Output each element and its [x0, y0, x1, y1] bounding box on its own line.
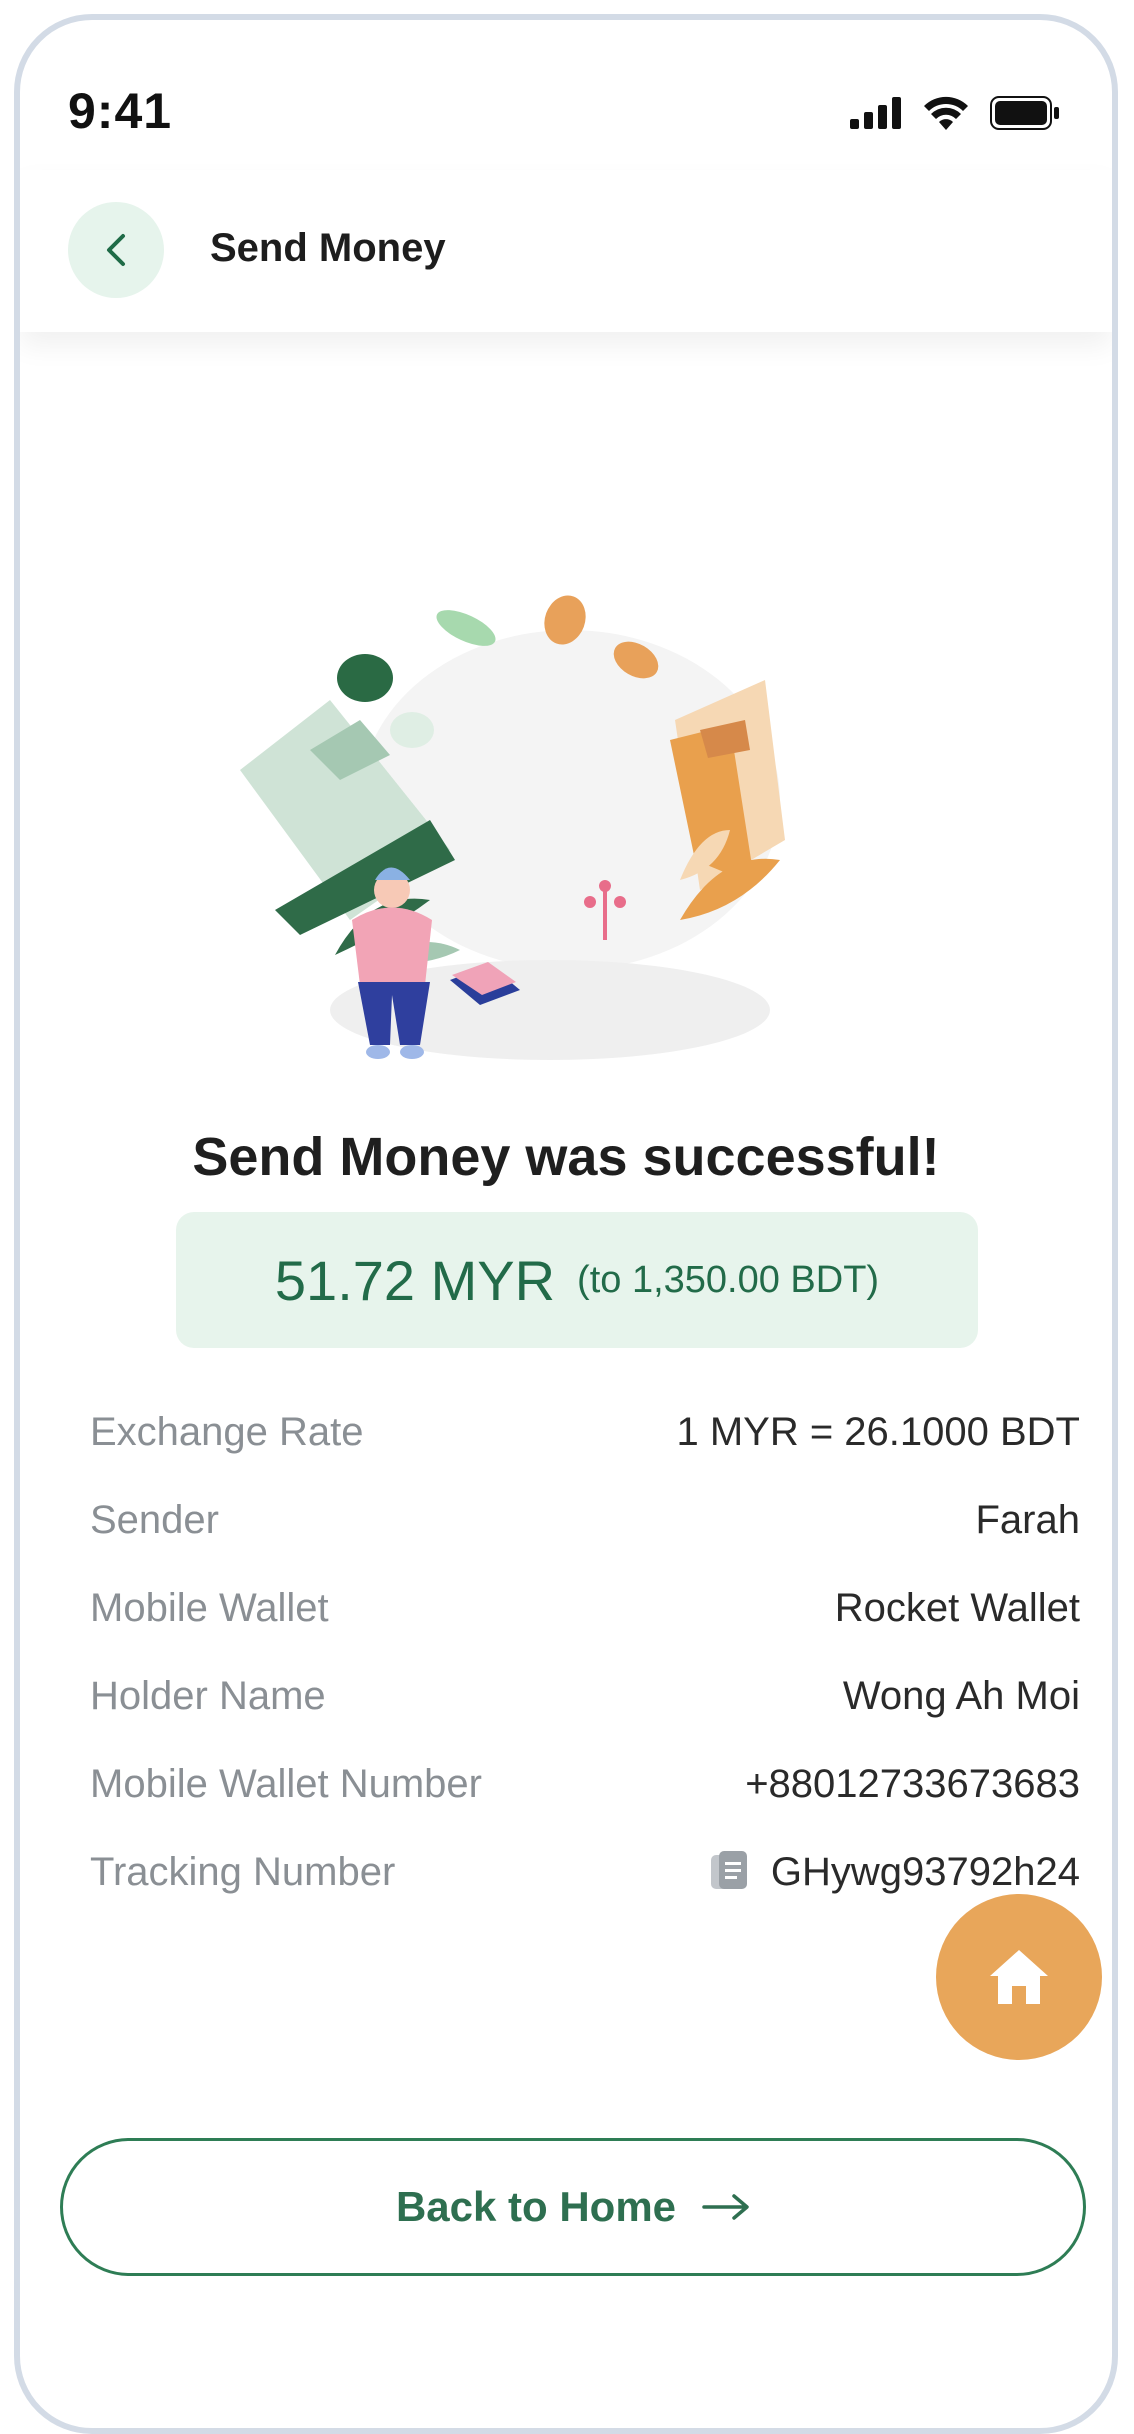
success-message: Send Money was successful! [192, 1127, 940, 1187]
back-to-home-label: Back to Home [395, 2183, 677, 2230]
money-transfer-illustration [240, 595, 785, 1060]
detail-row-holder-name: Holder Name Wong Ah Moi [90, 1652, 1080, 1740]
tracking-value-group: GHywg93792h24 [709, 1849, 1080, 1895]
detail-row-exchange-rate: Exchange Rate 1 MYR = 26.1000 BDT [90, 1388, 1080, 1476]
detail-row-tracking-number: Tracking Number GHywg93792h24 [90, 1828, 1080, 1916]
detail-row-wallet-number: Mobile Wallet Number +88012733673683 [90, 1740, 1080, 1828]
detail-row-mobile-wallet: Mobile Wallet Rocket Wallet [90, 1564, 1080, 1652]
detail-label: Sender [90, 1497, 219, 1542]
detail-row-sender: Sender Farah [90, 1476, 1080, 1564]
detail-label: Mobile Wallet Number [90, 1761, 482, 1806]
converted-amount: (to 1,350.00 BDT) [577, 1258, 880, 1301]
detail-label: Mobile Wallet [90, 1585, 329, 1630]
transaction-details: Exchange Rate 1 MYR = 26.1000 BDT Sender… [90, 1388, 1080, 1916]
detail-value: Rocket Wallet [834, 1585, 1080, 1630]
back-button[interactable] [68, 202, 164, 298]
detail-label: Tracking Number [90, 1849, 396, 1894]
app-header: Send Money [20, 170, 1112, 332]
status-bar: 9:41 [20, 20, 1112, 170]
back-to-home-button[interactable]: Back to Home [60, 2138, 1086, 2276]
sent-amount: 51.72 MYR [274, 1248, 556, 1312]
arrow-right-icon [702, 2194, 749, 2220]
tracking-number[interactable]: GHywg93792h24 [771, 1850, 1080, 1895]
home-fab-button[interactable] [936, 1894, 1102, 2060]
detail-value: Farah [975, 1497, 1081, 1542]
status-icons [850, 96, 1060, 130]
detail-value: 1 MYR = 26.1000 BDT [676, 1409, 1080, 1454]
chevron-left-icon [107, 234, 125, 266]
status-time: 9:41 [68, 83, 173, 139]
copy-icon[interactable] [709, 1849, 749, 1895]
home-icon [990, 1950, 1048, 2004]
amount-summary: 51.72 MYR (to 1,350.00 BDT) [176, 1212, 978, 1348]
signal-icon [850, 97, 901, 129]
page-title: Send Money [210, 226, 446, 270]
detail-value: +88012733673683 [745, 1761, 1080, 1806]
phone-frame: 9:41 Send Money Send Money was successfu… [14, 14, 1118, 2434]
wifi-icon [924, 96, 968, 130]
detail-label: Holder Name [90, 1673, 326, 1718]
detail-value: Wong Ah Moi [842, 1673, 1080, 1718]
battery-icon [990, 96, 1059, 130]
detail-label: Exchange Rate [90, 1409, 364, 1454]
